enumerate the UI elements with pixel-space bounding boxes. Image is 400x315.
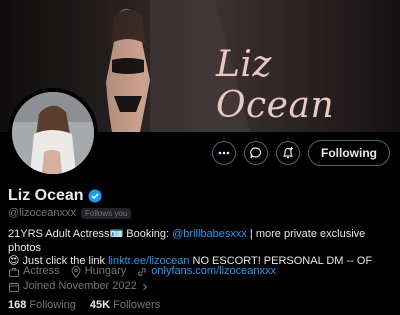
message-icon	[250, 147, 262, 159]
banner-title: Liz Ocean	[216, 44, 335, 126]
message-button[interactable]	[244, 141, 268, 165]
location-label: Hungary	[84, 265, 127, 277]
more-horizontal-icon	[218, 151, 230, 155]
website-item[interactable]: onlyfans.com/lizoceanxxx	[136, 264, 276, 279]
joined-item: Joined November 2022	[8, 279, 150, 294]
joined-label: Joined November 2022	[23, 280, 137, 292]
following-stat-label: Following	[29, 299, 76, 311]
profile-actions: Following	[212, 140, 390, 166]
verified-badge-icon[interactable]	[88, 189, 102, 203]
location-item: Hungary	[70, 264, 127, 279]
following-count: 168	[8, 299, 27, 311]
chevron-right-icon[interactable]	[140, 282, 150, 292]
category-label: Actress	[23, 265, 60, 277]
profile-bio: 21YRS Adult Actress🪪 Booking: @brillbabe…	[8, 228, 396, 269]
calendar-icon	[9, 282, 19, 292]
followers-stat[interactable]: 45K Followers	[90, 299, 160, 311]
profile-name: Liz Ocean	[8, 187, 84, 204]
more-button[interactable]	[212, 141, 236, 165]
profile-handle: @lizoceanxxx	[8, 207, 77, 219]
notification-bell-icon	[283, 147, 293, 159]
link-icon	[138, 267, 147, 276]
bio-text: 21YRS Adult Actress🪪 Booking:	[8, 228, 173, 240]
followers-count: 45K	[89, 299, 111, 311]
followers-stat-label: Followers	[113, 299, 161, 311]
profile-stats: 168 Following 45K Followers	[8, 299, 160, 311]
follows-you-badge: Follows you	[81, 207, 132, 219]
notify-button[interactable]	[276, 141, 300, 165]
avatar-photo	[12, 92, 94, 174]
location-pin-icon	[71, 265, 81, 278]
handle-row: @lizoceanxxx Follows you	[8, 207, 132, 219]
bio-mention-link[interactable]: @brillbabesxxx	[172, 228, 247, 240]
avatar[interactable]	[8, 88, 98, 178]
following-button[interactable]: Following	[308, 140, 390, 166]
following-stat[interactable]: 168 Following	[8, 299, 76, 311]
profile-name-row: Liz Ocean	[8, 187, 102, 205]
website-link[interactable]: onlyfans.com/lizoceanxxx	[151, 264, 276, 279]
category-item: Actress	[8, 264, 60, 279]
briefcase-icon	[9, 267, 19, 277]
profile-meta: Actress Hungary onlyfans.com/lizoceanxxx…	[8, 264, 396, 294]
